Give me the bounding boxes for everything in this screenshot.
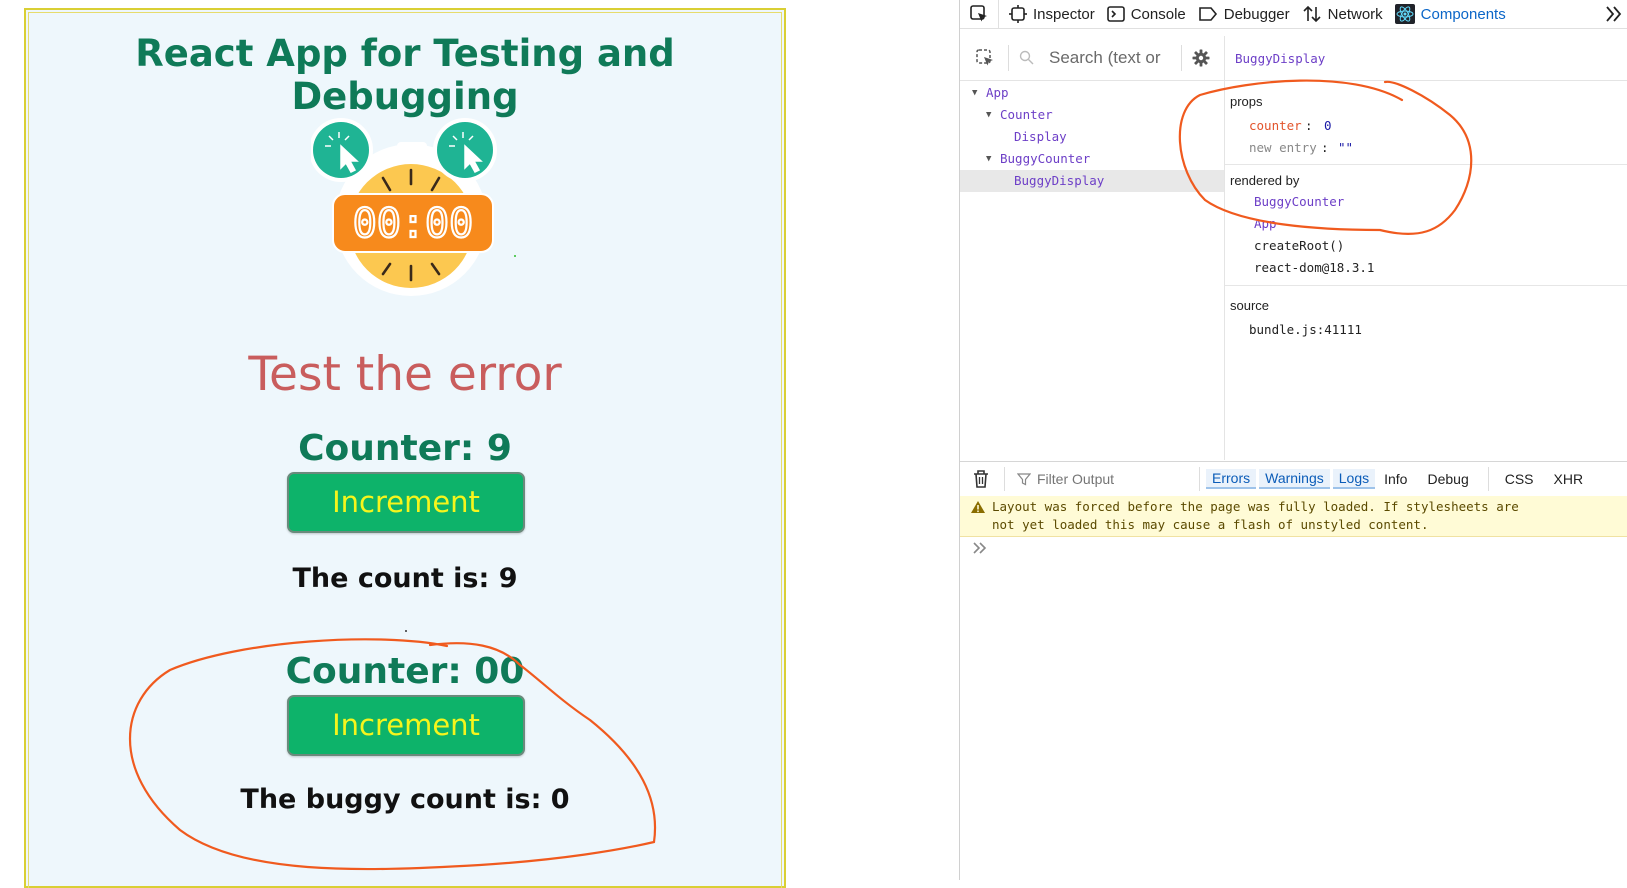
component-search-input[interactable] <box>1047 47 1171 69</box>
tree-item-buggycounter[interactable]: ▼ BuggyCounter <box>960 148 1224 170</box>
prop-key: counter <box>1249 118 1302 133</box>
section-heading: Test the error <box>248 347 562 402</box>
component-tree: ▼ App ▼ Counter Display ▼ BuggyCounter B… <box>960 82 1224 192</box>
stopwatch-logo: 00:00 <box>311 118 497 296</box>
filter-logs-button[interactable]: Logs <box>1332 469 1376 489</box>
tree-item-label: BuggyCounter <box>1000 151 1091 166</box>
filter-debug-button[interactable]: Debug <box>1421 470 1474 488</box>
debugger-icon <box>1198 7 1217 21</box>
rendered-by-text: createRoot() <box>1254 238 1345 253</box>
select-element-icon[interactable] <box>974 47 996 69</box>
app-frame: React App for Testing and Debugging 00:0… <box>24 8 786 888</box>
console-toolbar: Errors Warnings Logs Info Debug CSS XHR <box>960 461 1627 497</box>
tab-label: Inspector <box>1033 5 1095 23</box>
section-divider <box>1225 164 1627 165</box>
timer-display: 00:00 <box>353 201 473 247</box>
warning-icon <box>971 501 985 513</box>
search-icon <box>1019 50 1034 65</box>
prop-value[interactable]: 0 <box>1324 118 1332 133</box>
console-icon <box>1106 6 1125 22</box>
page-title: React App for Testing and Debugging <box>135 32 675 118</box>
filter-icon <box>1017 473 1031 486</box>
rendered-by-text: react-dom@18.3.1 <box>1254 260 1375 275</box>
prop-colon: : <box>1321 140 1329 155</box>
trash-icon[interactable] <box>972 469 990 489</box>
tree-item-counter[interactable]: ▼ Counter <box>960 104 1224 126</box>
rendered-by-link[interactable]: App <box>1254 216 1277 231</box>
section-divider <box>1225 285 1627 286</box>
overflow-chevron-icon[interactable] <box>1604 5 1624 23</box>
tab-console[interactable]: Console <box>1106 5 1186 23</box>
counter-title: Counter: 9 <box>298 428 512 469</box>
tab-label: Network <box>1327 5 1383 23</box>
expand-caret-icon[interactable]: ▼ <box>986 104 991 126</box>
console-filter-input[interactable] <box>1035 470 1199 488</box>
filter-errors-button[interactable]: Errors <box>1206 469 1257 489</box>
settings-gear-icon[interactable] <box>1192 49 1210 67</box>
prop-colon: : <box>1305 118 1313 133</box>
tree-item-buggydisplay[interactable]: BuggyDisplay <box>960 170 1224 192</box>
buggy-count-text: The buggy count is: 0 <box>240 784 570 815</box>
tab-debugger[interactable]: Debugger <box>1198 6 1290 23</box>
filter-xhr-button[interactable]: XHR <box>1548 470 1590 488</box>
stray-dot <box>514 255 516 257</box>
source-label: source <box>1230 298 1270 313</box>
selected-component-name: BuggyDisplay <box>1225 36 1627 81</box>
rendered-by-link[interactable]: BuggyCounter <box>1254 194 1344 209</box>
tree-item-label: Counter <box>1000 107 1053 122</box>
tab-label: Debugger <box>1223 5 1290 23</box>
props-label: props <box>1230 94 1263 109</box>
increment-button[interactable]: Increment <box>287 472 525 533</box>
filter-css-button[interactable]: CSS <box>1499 470 1540 488</box>
prop-key: new entry <box>1249 140 1317 155</box>
element-picker-button[interactable] <box>960 0 999 28</box>
warning-text: Layout was forced before the page was fu… <box>992 499 1519 514</box>
tree-item-display[interactable]: Display <box>960 126 1224 148</box>
rendered-by-label: rendered by <box>1230 173 1300 188</box>
component-details-panel: BuggyDisplay props counter : 0 new entry… <box>1225 36 1627 460</box>
count-text: The count is: 9 <box>292 563 518 594</box>
component-tree-panel: ▼ App ▼ Counter Display ▼ BuggyCounter B… <box>960 36 1225 460</box>
prop-row[interactable]: new entry : "" <box>1249 140 1549 158</box>
component-search-bar <box>960 36 1224 81</box>
filter-info-button[interactable]: Info <box>1378 470 1413 488</box>
tree-item-label: BuggyDisplay <box>1014 173 1105 188</box>
tab-network[interactable]: Network <box>1302 5 1383 23</box>
filter-warnings-button[interactable]: Warnings <box>1259 469 1330 489</box>
tree-item-label: Display <box>1014 129 1067 144</box>
expand-caret-icon[interactable]: ▼ <box>986 148 991 170</box>
prop-row[interactable]: counter : 0 <box>1249 118 1549 136</box>
devtools-toolbar: Inspector Console Debugger Network Compo… <box>960 0 1627 29</box>
element-picker-icon <box>970 5 987 22</box>
tab-label: Console <box>1130 5 1186 23</box>
tree-item-app[interactable]: ▼ App <box>960 82 1224 104</box>
stray-dot <box>405 630 407 632</box>
tab-inspector[interactable]: Inspector <box>1009 5 1095 23</box>
network-icon <box>1303 5 1321 23</box>
inspector-icon <box>1009 5 1027 23</box>
prop-value[interactable]: "" <box>1338 140 1353 155</box>
buggy-increment-button[interactable]: Increment <box>287 695 525 756</box>
warning-text: not yet loaded this may cause a flash of… <box>992 517 1429 532</box>
expand-caret-icon[interactable]: ▼ <box>972 82 977 104</box>
console-prompt-icon[interactable] <box>972 540 988 561</box>
source-link[interactable]: bundle.js:41111 <box>1249 322 1362 337</box>
tab-label: Components <box>1420 5 1506 23</box>
tab-components[interactable]: Components <box>1394 4 1506 24</box>
devtools-panel: Inspector Console Debugger Network Compo… <box>959 0 1627 880</box>
tree-item-label: App <box>986 85 1009 100</box>
console-warning-message: Layout was forced before the page was fu… <box>960 496 1627 537</box>
react-icon <box>1394 4 1415 24</box>
buggy-counter-title: Counter: 00 <box>285 651 525 692</box>
